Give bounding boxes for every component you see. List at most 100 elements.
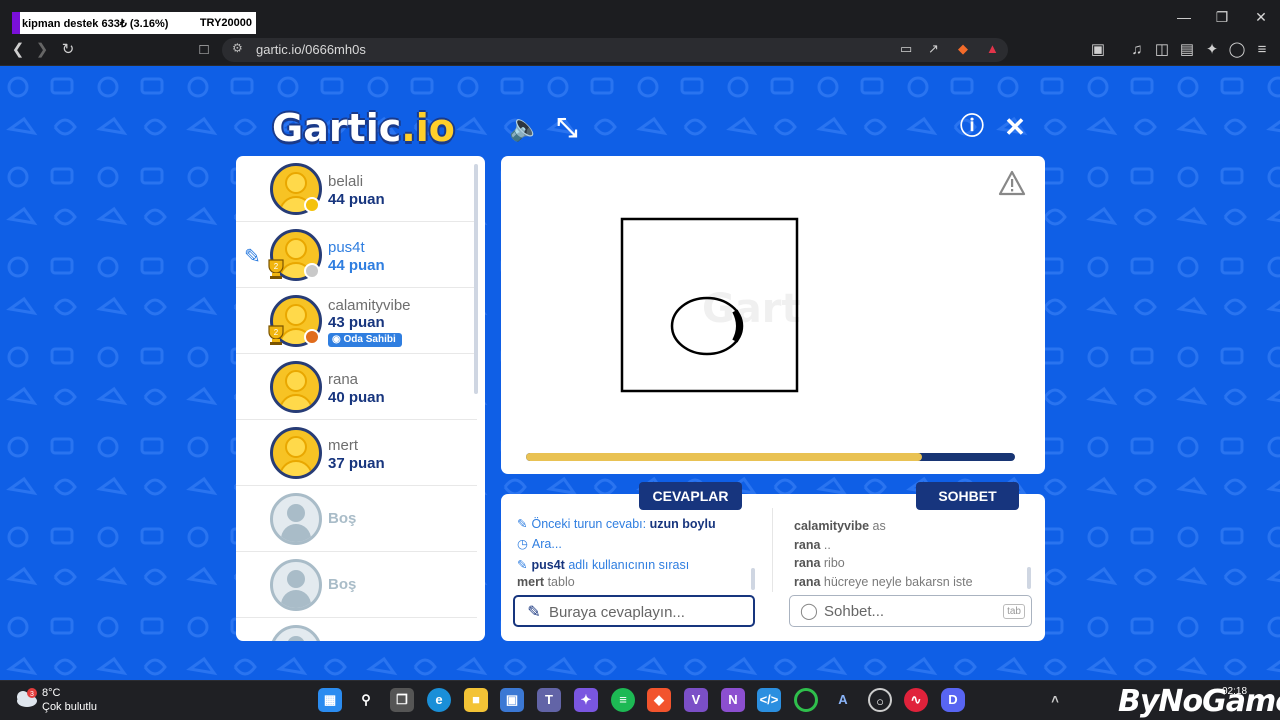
minimize-icon[interactable]: — xyxy=(1166,6,1202,28)
discord-icon[interactable]: D xyxy=(941,688,965,712)
info-icon[interactable]: ⓘ xyxy=(957,112,987,142)
empty-slot-label: Boş xyxy=(328,576,357,593)
chat-text: .. xyxy=(823,538,831,552)
task-view-icon[interactable]: ❐ xyxy=(390,688,414,712)
wallet-icon[interactable]: ▤ xyxy=(1177,40,1197,60)
chat-user: calamityvibe xyxy=(794,519,870,533)
clock-icon: ◷ xyxy=(517,537,528,551)
player-score: 37 puan xyxy=(328,455,385,472)
empty-avatar xyxy=(270,493,322,545)
windows-start-icon[interactable]: ▦ xyxy=(318,688,342,712)
rider-icon[interactable]: N xyxy=(721,688,745,712)
weather-temperature: 8°C xyxy=(42,687,61,699)
leo-ai-icon[interactable]: ✦ xyxy=(1202,40,1222,60)
pencil-icon: ✎ xyxy=(527,604,541,621)
cloud-icon[interactable]: 3 xyxy=(14,688,38,708)
tab-answers[interactable]: CEVAPLAR xyxy=(639,482,742,510)
sidebar-icon[interactable]: ◫ xyxy=(1152,40,1172,60)
chat-user: rana xyxy=(794,575,821,589)
menu-icon[interactable]: ≡ xyxy=(1252,40,1272,60)
vpn-icon[interactable]: ◯ xyxy=(1227,40,1247,60)
answer-input-box[interactable]: ✎ xyxy=(513,595,755,627)
arc-icon[interactable]: A xyxy=(831,688,855,712)
gartic-logo[interactable]: Gartic.io xyxy=(272,106,455,150)
player-row[interactable]: mert 37 puan xyxy=(236,420,477,486)
teams-icon[interactable]: T xyxy=(537,688,561,712)
player-row[interactable]: ✎ 2 pus4t 44 puan xyxy=(236,222,477,288)
reload-icon[interactable]: ↻ xyxy=(58,40,78,60)
maximize-icon[interactable]: ❐ xyxy=(1204,6,1240,28)
address-bar[interactable]: ⚙ gartic.io/0666mh0s ▭ ↗ ◆ ▲ xyxy=(222,38,1008,62)
player-name: calamityvibe xyxy=(328,297,411,314)
previous-answer-prefix: Önceki turun cevabı: xyxy=(531,517,647,531)
close-window-icon[interactable]: ✕ xyxy=(1243,6,1279,28)
player-row[interactable]: 2 calamityvibe 43 puan ◉ Oda Sahibi xyxy=(236,288,477,354)
chat-message: calamityvibe as xyxy=(794,519,886,533)
close-icon[interactable]: ✕ xyxy=(1000,112,1030,142)
players-scrollbar[interactable] xyxy=(474,164,478,394)
brave-shield-icon[interactable]: ◆ xyxy=(958,41,968,57)
svg-text:2: 2 xyxy=(274,262,279,271)
copilot-icon[interactable]: ✦ xyxy=(574,688,598,712)
trophy-icon: 2 xyxy=(268,259,284,279)
pencil-icon: ✎ xyxy=(517,558,528,572)
site-info-icon[interactable]: ⚙ xyxy=(232,41,243,55)
chat-text: as xyxy=(872,519,886,533)
tray-overflow-icon[interactable]: ˄ xyxy=(1043,688,1067,712)
brave-icon[interactable]: ◆ xyxy=(647,688,671,712)
waiting-text: Ara... xyxy=(531,537,562,551)
refresh-app-icon[interactable] xyxy=(794,688,818,712)
player-row[interactable]: rana 40 puan xyxy=(236,354,477,420)
chat-bubble-icon: ◯ xyxy=(800,603,818,620)
player-row[interactable]: belali 44 puan xyxy=(236,156,477,222)
chat-message: rana hücreye neyle bakarsn iste xyxy=(794,575,973,589)
forward-icon[interactable]: ❯ xyxy=(32,40,52,60)
players-list: belali 44 puan ✎ 2 pus4t 44 puan 2 calam… xyxy=(236,156,485,641)
store-icon[interactable]: ▣ xyxy=(500,688,524,712)
previous-answer-message: ✎ Önceki turun cevabı: uzun boylu xyxy=(517,516,716,531)
cast-icon[interactable]: ▭ xyxy=(900,41,912,57)
tab-key-hint: tab xyxy=(1003,604,1025,619)
back-icon[interactable]: ❮ xyxy=(8,40,28,60)
visual-studio-icon[interactable]: V xyxy=(684,688,708,712)
vscode-icon[interactable]: </> xyxy=(757,688,781,712)
player-name: pus4t xyxy=(328,239,365,256)
waiting-message: ◷ Ara... xyxy=(517,536,562,551)
chat-input-box[interactable]: ◯ tab xyxy=(789,595,1032,627)
sound-icon[interactable]: 🔈 xyxy=(509,112,541,142)
empty-slot-label: Boş xyxy=(328,510,357,527)
spotify-icon[interactable]: ≡ xyxy=(611,688,635,712)
status-dot xyxy=(304,263,320,279)
svg-text:3: 3 xyxy=(30,691,34,698)
tab-chat[interactable]: SOHBET xyxy=(916,482,1019,510)
answers-scrollbar[interactable] xyxy=(751,568,755,590)
donation-text: kipman destek 633₺ (3.16%) xyxy=(22,17,169,30)
chat-user: rana xyxy=(794,556,821,570)
drawing-strokes: Gartic xyxy=(620,217,800,393)
search-icon[interactable]: ⚲ xyxy=(354,688,378,712)
share-icon[interactable]: ⤡ xyxy=(552,112,582,142)
guess-text: tablo xyxy=(547,575,575,589)
chat-input[interactable] xyxy=(824,601,1004,621)
empty-slot: Boş xyxy=(236,486,477,552)
brave-rewards-icon[interactable]: ▲ xyxy=(986,41,999,56)
donation-goal: TRY20000 xyxy=(199,17,252,29)
guess-message: mert tablo xyxy=(517,575,575,589)
file-explorer-icon[interactable]: ■ xyxy=(464,688,488,712)
share-page-icon[interactable]: ↗ xyxy=(928,41,939,57)
pulse-app-icon[interactable]: ∿ xyxy=(904,688,928,712)
player-score: 44 puan xyxy=(328,257,385,274)
edge-icon[interactable]: e xyxy=(427,688,451,712)
status-dot xyxy=(304,197,320,213)
empty-avatar xyxy=(270,625,322,641)
reader-icon[interactable]: ▣ xyxy=(1088,40,1108,60)
media-icon[interactable]: ♫ xyxy=(1127,40,1147,60)
app-icon[interactable]: ○ xyxy=(868,688,892,712)
donation-progress-bar xyxy=(12,12,20,34)
report-icon[interactable] xyxy=(998,170,1026,196)
bookmark-icon[interactable]: □ xyxy=(194,40,214,60)
avatar xyxy=(270,361,322,413)
chat-scrollbar[interactable] xyxy=(1027,567,1031,589)
taskbar xyxy=(0,680,1280,720)
answer-input[interactable] xyxy=(549,602,729,622)
